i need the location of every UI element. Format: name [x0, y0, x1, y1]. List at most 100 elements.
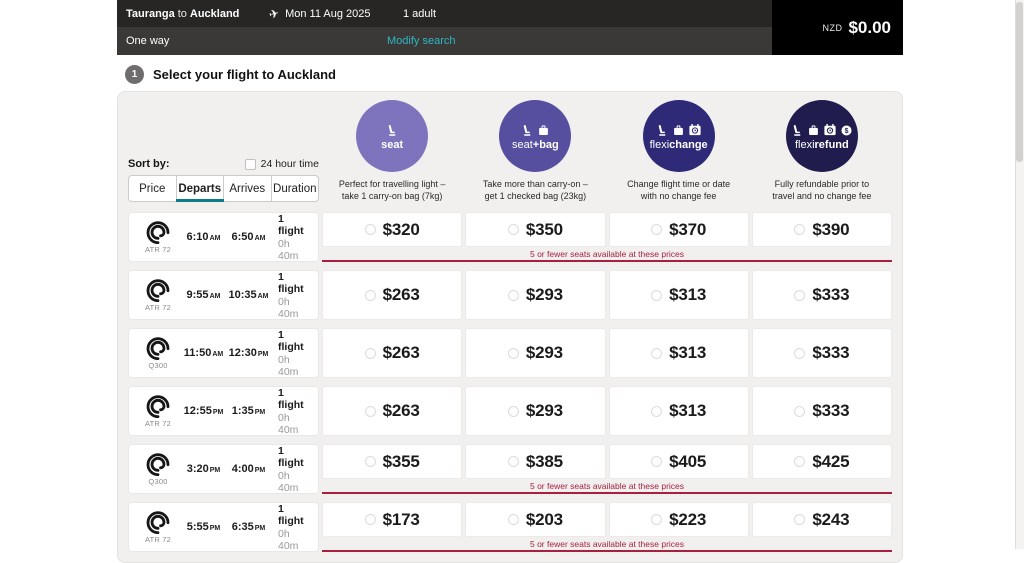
fare-type-column-seat-bag: seat+bag Take more than carry-on – get 1… [465, 100, 605, 202]
aircraft-type: Q300 [148, 361, 168, 371]
fare-radio-button[interactable] [507, 289, 519, 301]
booking-summary-bottom-row: One way Modify search [117, 27, 772, 55]
fare-radio-button[interactable] [794, 347, 806, 359]
fare-price-option-seat-bag[interactable]: $385 [465, 444, 606, 480]
route-to-word: to [177, 7, 187, 20]
airline-koru-logo-icon [146, 336, 170, 360]
24-hour-time-toggle[interactable]: 24 hour time [244, 158, 319, 171]
fare-radio-button[interactable] [507, 347, 519, 359]
departure-time: 5:55PM [186, 521, 221, 534]
leg-summary: 1 flight 0h 40m [278, 387, 312, 436]
fare-radio-button[interactable] [507, 514, 519, 526]
fare-price-option-seat-bag[interactable]: $203 [465, 502, 606, 538]
fare-price-option-flexirefund[interactable]: $333 [751, 328, 892, 379]
fare-radio-button[interactable] [651, 224, 663, 236]
fare-radio-button[interactable] [364, 456, 376, 468]
fare-radio-button[interactable] [794, 456, 806, 468]
airline-aircraft: ATR 72 [135, 220, 181, 254]
stops-label: 1 flight [278, 212, 304, 237]
sort-by-label: Sort by: [128, 158, 170, 171]
fare-price-option-flexirefund[interactable]: $333 [751, 386, 892, 437]
fare-price: $320 [382, 219, 420, 239]
24-hour-time-label: 24 hour time [260, 158, 319, 171]
scrollbar-thumb[interactable] [1016, 2, 1023, 162]
seat-icon [521, 124, 534, 137]
fare-price: $203 [525, 509, 563, 529]
flight-info-card: Q300 11:50AM 12:30PM 1 flight 0h 40m [128, 328, 319, 379]
fare-radio-button[interactable] [651, 347, 663, 359]
fare-price-option-flexirefund[interactable]: $333 [751, 270, 892, 321]
fare-price-option-seat-bag[interactable]: $350 [465, 212, 606, 248]
fare-radio-button[interactable] [794, 289, 806, 301]
fare-radio-button[interactable] [364, 224, 376, 236]
fare-radio-button[interactable] [651, 289, 663, 301]
vertical-scrollbar[interactable] [1015, 0, 1024, 549]
fare-price-option-flexichange[interactable]: $405 [608, 444, 749, 480]
flight-row: ATR 72 6:10AM 6:50AM 1 flight 0h 40m $32… [128, 212, 892, 263]
modify-search-link[interactable]: Modify search [387, 35, 455, 47]
fare-price-option-seat-bag[interactable]: $293 [465, 270, 606, 321]
leg-summary: 1 flight 0h 40m [278, 503, 312, 552]
sort-button-price[interactable]: Price [128, 175, 177, 203]
fare-price: $350 [525, 219, 563, 239]
airline-koru-logo-icon [146, 220, 170, 244]
fare-price-option-flexichange[interactable]: $223 [608, 502, 749, 538]
fare-radio-button[interactable] [364, 405, 376, 417]
bag-icon [537, 124, 550, 137]
fare-price-option-seat[interactable]: $263 [322, 270, 463, 321]
fare-radio-button[interactable] [364, 289, 376, 301]
fare-options: $320 $350 $370 $390 5 or fewer seats availa… [322, 212, 892, 263]
fare-price: $293 [525, 285, 563, 305]
fare-radio-button[interactable] [507, 456, 519, 468]
fare-price-option-seat[interactable]: $263 [322, 328, 463, 379]
fare-radio-button[interactable] [794, 514, 806, 526]
fare-type-badge: flexirefund [785, 100, 858, 172]
fare-options: $263 $293 $313 $333 [322, 270, 892, 321]
fare-price-option-seat[interactable]: $263 [322, 386, 463, 437]
fare-type-badge: seat+bag [499, 100, 572, 172]
duration-label: 0h 40m [278, 353, 299, 378]
fare-type-column-flexirefund: flexirefund Fully refundable prior to tr… [752, 100, 892, 202]
stops-label: 1 flight [278, 502, 304, 527]
fare-price: $385 [525, 451, 563, 471]
stops-label: 1 flight [278, 444, 304, 469]
fare-price-option-flexichange[interactable]: $313 [608, 328, 749, 379]
fare-price-option-seat[interactable]: $320 [322, 212, 463, 248]
step-title: Select your flight to Auckland [153, 67, 336, 82]
fare-price-option-seat-bag[interactable]: $293 [465, 328, 606, 379]
fare-price-option-flexirefund[interactable]: $243 [751, 502, 892, 538]
fare-radio-button[interactable] [794, 405, 806, 417]
sort-button-duration[interactable]: Duration [271, 175, 319, 203]
fare-price: $333 [812, 285, 850, 305]
fare-price-option-seat[interactable]: $173 [322, 502, 463, 538]
fare-price: $263 [382, 401, 420, 421]
fare-price-option-flexichange[interactable]: $313 [608, 270, 749, 321]
flight-results-list: ATR 72 6:10AM 6:50AM 1 flight 0h 40m $32… [128, 212, 892, 553]
fare-radio-button[interactable] [507, 405, 519, 417]
fare-radio-button[interactable] [651, 405, 663, 417]
fare-radio-button[interactable] [651, 456, 663, 468]
airline-aircraft: ATR 72 [135, 510, 181, 544]
fare-radio-button[interactable] [651, 514, 663, 526]
fare-price-option-flexichange[interactable]: $313 [608, 386, 749, 437]
sort-button-arrives[interactable]: Arrives [224, 175, 272, 203]
aircraft-type: ATR 72 [144, 303, 172, 313]
seat-icon [791, 124, 804, 137]
fare-radio-button[interactable] [507, 224, 519, 236]
fare-radio-button[interactable] [364, 347, 376, 359]
fare-radio-button[interactable] [364, 514, 376, 526]
fare-price-option-flexirefund[interactable]: $425 [751, 444, 892, 480]
aircraft-type: Q300 [148, 477, 168, 487]
fare-price-option-seat[interactable]: $355 [322, 444, 463, 480]
fare-radio-button[interactable] [794, 224, 806, 236]
sort-button-departs[interactable]: Departs [175, 175, 224, 203]
seat-icon [656, 124, 669, 137]
flight-info-card: Q300 3:20PM 4:00PM 1 flight 0h 40m [128, 444, 319, 495]
fare-price-option-flexichange[interactable]: $370 [608, 212, 749, 248]
arrival-time: 12:30PM [228, 347, 269, 360]
24-hour-time-checkbox[interactable] [244, 158, 256, 170]
fare-price-option-flexirefund[interactable]: $390 [751, 212, 892, 248]
route-summary: Tauranga to Auckland [126, 8, 269, 20]
fare-type-icons [386, 122, 399, 137]
fare-price-option-seat-bag[interactable]: $293 [465, 386, 606, 437]
